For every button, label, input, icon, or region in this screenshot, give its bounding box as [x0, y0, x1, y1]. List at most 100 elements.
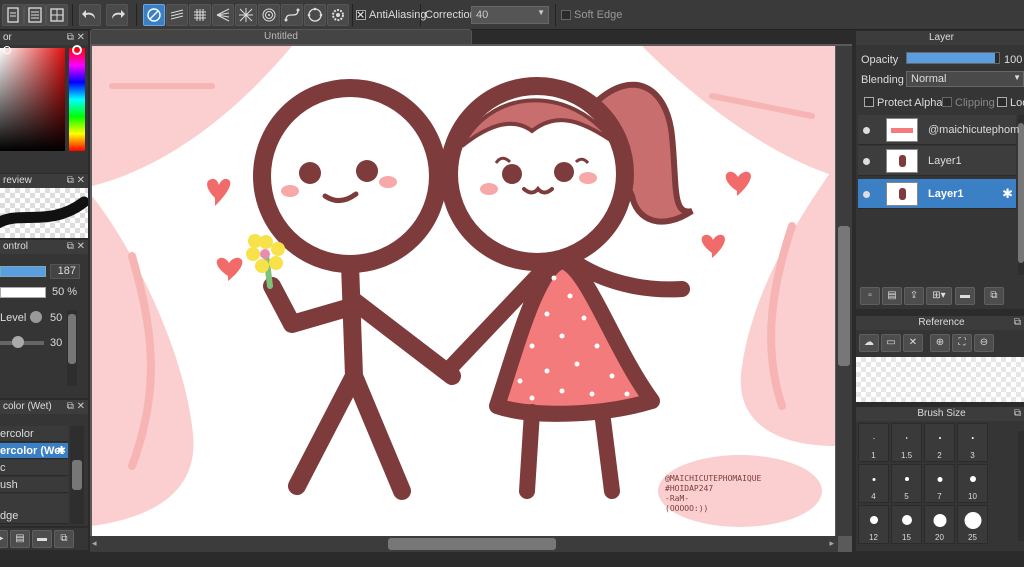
- layer-row[interactable]: @maichicutephom: [858, 115, 1019, 145]
- folder-icon[interactable]: ▬: [955, 287, 975, 305]
- fit-icon[interactable]: ⛶: [952, 334, 972, 352]
- brush-size-cell[interactable]: 20: [924, 505, 955, 544]
- reference-image-area[interactable]: [856, 357, 1024, 402]
- heart: [207, 178, 231, 206]
- brush-size-label: 25: [968, 533, 977, 542]
- radial-snap-button[interactable]: [235, 4, 257, 26]
- new-layer-icon[interactable]: ▫: [860, 287, 880, 305]
- canvas-tab[interactable]: Untitled: [90, 29, 472, 44]
- new-layer-1bit-icon[interactable]: ⇪: [904, 287, 924, 305]
- correction-dropdown[interactable]: 40 ▼: [471, 6, 549, 24]
- brush-size-cell[interactable]: 1: [858, 423, 889, 462]
- snap-settings-button[interactable]: [327, 4, 349, 26]
- blend-slider-handle[interactable]: [12, 336, 24, 348]
- folder-icon[interactable]: ▬: [32, 530, 52, 548]
- brush-list-item[interactable]: ercolor: [0, 426, 68, 442]
- brush-size-scrollbar[interactable]: [1018, 431, 1024, 541]
- blending-dropdown[interactable]: Normal ▼: [906, 71, 1024, 87]
- brush-size-cell[interactable]: 3: [957, 423, 988, 462]
- snap-off-button[interactable]: [143, 4, 165, 26]
- color-saturation-box[interactable]: [0, 48, 65, 151]
- eye-icon[interactable]: [863, 191, 870, 198]
- panel-popout-icon[interactable]: ⧉: [1014, 407, 1021, 421]
- brush-size-slider[interactable]: [0, 266, 46, 277]
- panel-popout-close-icon[interactable]: ⧉ ✕: [67, 174, 85, 188]
- duplicate-icon[interactable]: ⧉: [54, 530, 74, 548]
- panel-popout-close-icon[interactable]: ⧉ ✕: [67, 400, 85, 414]
- add-layer-menu-icon[interactable]: ⊞▾: [926, 287, 952, 305]
- reference-view-icon[interactable]: ☁: [859, 334, 879, 352]
- layer-panel-title: Layer: [928, 32, 954, 43]
- cross-snap-button[interactable]: [189, 4, 211, 26]
- zoom-out-icon[interactable]: ⊖: [974, 334, 994, 352]
- hue-slider[interactable]: [69, 48, 85, 151]
- color-picker-handle[interactable]: [3, 46, 11, 54]
- drawing-canvas[interactable]: @MAICHICUTEPHOMAIQUE #HOIDAP247 -RaM- (O…: [92, 46, 835, 536]
- panel-popout-icon[interactable]: ⧉: [1014, 316, 1021, 330]
- clipping-checkbox[interactable]: [942, 97, 952, 107]
- scroll-right-icon[interactable]: ▸: [829, 538, 834, 549]
- grid-button[interactable]: [46, 4, 68, 26]
- antialiasing-checkbox[interactable]: [356, 10, 366, 20]
- brush-size-cell[interactable]: 4: [858, 464, 889, 503]
- duplicate-layer-icon[interactable]: ⧉: [984, 287, 1004, 305]
- soft-edge-checkbox[interactable]: [561, 10, 571, 20]
- curtain-left-lower: [92, 196, 194, 526]
- canvas-horizontal-scrollbar[interactable]: ◂ ▸: [90, 536, 838, 552]
- layer-list-scrollbar[interactable]: [1018, 115, 1024, 275]
- brush-size-cell[interactable]: 2: [924, 423, 955, 462]
- parallel-lines-icon: [170, 9, 184, 20]
- lock-checkbox[interactable]: [997, 97, 1007, 107]
- brush-list-item[interactable]: dge: [0, 508, 68, 524]
- canvas-vertical-scrollbar[interactable]: [836, 46, 852, 536]
- curve-snap-button[interactable]: [281, 4, 303, 26]
- vanishing-point-button[interactable]: [212, 4, 234, 26]
- panel-popout-close-icon[interactable]: ⧉ ✕: [67, 240, 85, 254]
- brush-size-cell[interactable]: 25: [957, 505, 988, 544]
- open-folder-icon[interactable]: ▭: [881, 334, 901, 352]
- parallel-snap-button[interactable]: [166, 4, 188, 26]
- ellipse-snap-button[interactable]: [304, 4, 326, 26]
- gear-icon[interactable]: ✱: [1002, 186, 1013, 202]
- brush-size-cell[interactable]: 15: [891, 505, 922, 544]
- brush-density-slider[interactable]: [0, 287, 46, 298]
- redo-button[interactable]: [106, 4, 128, 26]
- brush-list-scrollbar[interactable]: [70, 426, 84, 524]
- level-knob[interactable]: [30, 311, 42, 323]
- brush-settings-icon[interactable]: ▸: [0, 530, 8, 548]
- control-scrollbar[interactable]: [67, 310, 77, 386]
- eye-icon[interactable]: [863, 158, 870, 165]
- brush-size-cell[interactable]: 12: [858, 505, 889, 544]
- scroll-left-icon[interactable]: ◂: [92, 538, 97, 549]
- brush-size-cell[interactable]: 1.5: [891, 423, 922, 462]
- protect-alpha-checkbox[interactable]: [864, 97, 874, 107]
- concentric-snap-button[interactable]: [258, 4, 280, 26]
- horizontal-scroll-thumb[interactable]: [388, 538, 556, 550]
- brush-size-cell[interactable]: 7: [924, 464, 955, 503]
- new-file-button[interactable]: [2, 4, 24, 26]
- blending-value: Normal: [911, 73, 947, 85]
- brush-size-value[interactable]: 187: [50, 264, 80, 279]
- eye-icon[interactable]: [863, 127, 870, 134]
- layer-row[interactable]: Layer1: [858, 146, 1016, 176]
- vertical-scroll-thumb[interactable]: [838, 226, 850, 366]
- gear-icon[interactable]: ✱: [57, 443, 66, 458]
- zoom-in-icon[interactable]: ⊕: [930, 334, 950, 352]
- brush-list-item-selected[interactable]: ercolor (Wet ✱: [0, 443, 68, 459]
- close-icon[interactable]: ✕: [903, 334, 923, 352]
- chevron-down-icon: ▼: [537, 8, 545, 17]
- opacity-slider[interactable]: [906, 52, 1000, 64]
- layer-row-selected[interactable]: Layer1 ✱: [858, 179, 1016, 209]
- brush-density-value: 50 %: [52, 286, 78, 298]
- brush-size-cell[interactable]: 5: [891, 464, 922, 503]
- new-layer-8bit-icon[interactable]: ▤: [882, 287, 902, 305]
- copy-brush-icon[interactable]: ▤: [10, 530, 30, 548]
- hue-handle[interactable]: [72, 45, 82, 55]
- redo-icon: [112, 10, 125, 19]
- brush-list-item[interactable]: ush: [0, 477, 68, 493]
- undo-button[interactable]: [79, 4, 101, 26]
- brush-size-cell[interactable]: 10: [957, 464, 988, 503]
- brush-list-item[interactable]: c: [0, 460, 68, 476]
- panel-popout-close-icon[interactable]: ⧉ ✕: [67, 31, 85, 45]
- open-file-button[interactable]: [24, 4, 46, 26]
